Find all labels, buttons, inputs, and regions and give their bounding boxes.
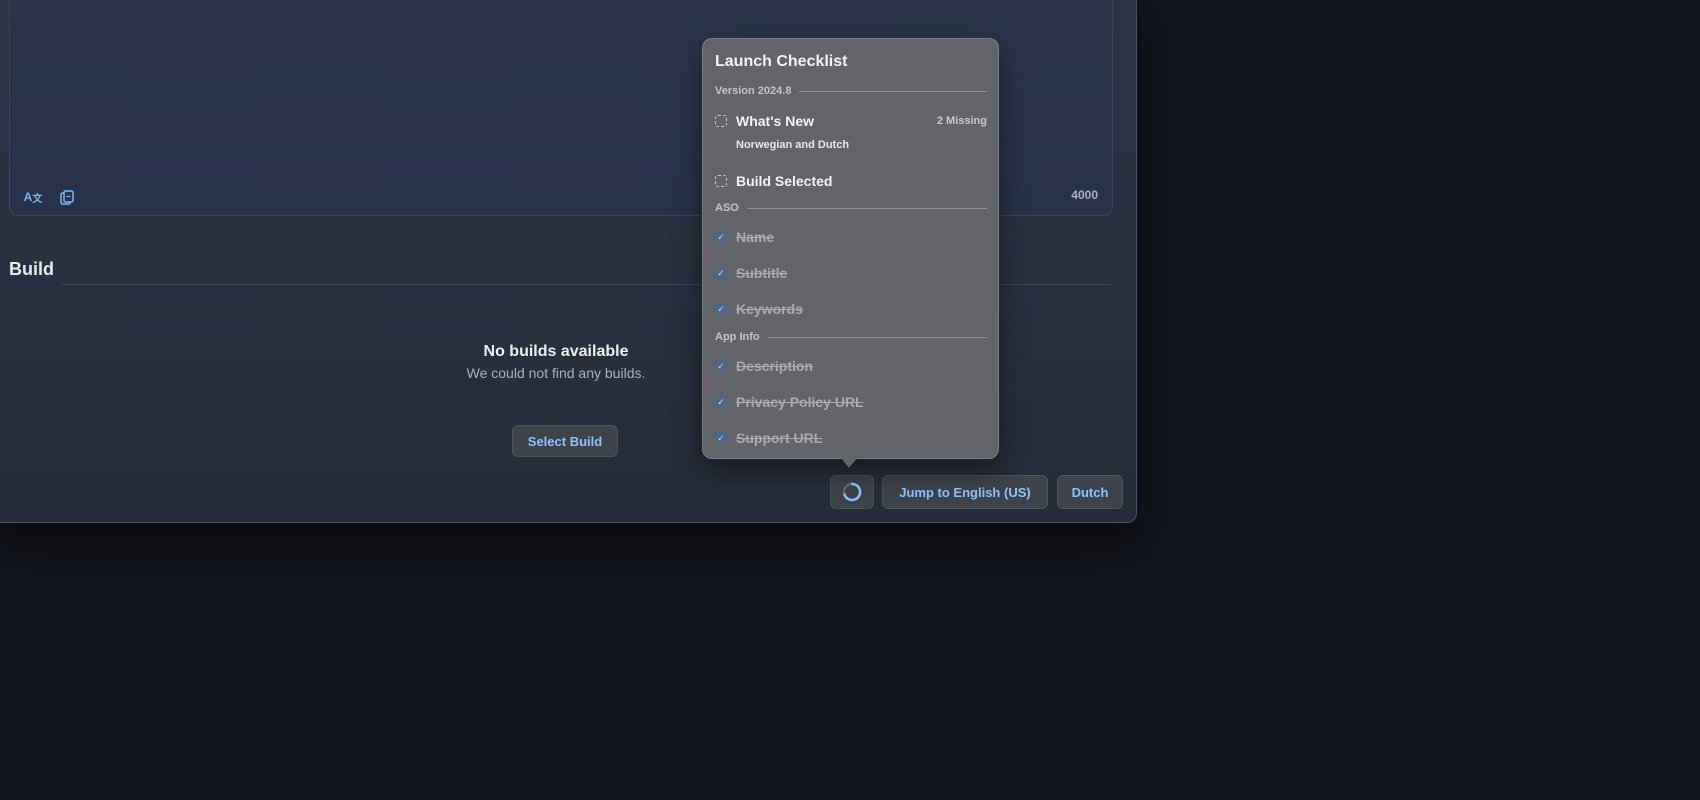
checklist-item-label: Support URL bbox=[736, 430, 823, 446]
missing-badge: 2 Missing bbox=[936, 115, 987, 127]
checklist-item-label: Build Selected bbox=[736, 173, 833, 189]
locale-dropdown-button[interactable]: Dutch bbox=[1057, 475, 1123, 509]
checklist-item-whats-new[interactable]: What's New 2 Missing bbox=[715, 111, 987, 131]
version-group-label: Version 2024.8 bbox=[715, 85, 987, 97]
aso-label: ASO bbox=[715, 202, 739, 214]
checked-icon: ✓ bbox=[715, 360, 727, 372]
character-count: 4000 bbox=[1071, 188, 1098, 202]
aso-group-label: ASO bbox=[715, 202, 987, 214]
checklist-item-description[interactable]: ✓ Description bbox=[715, 356, 987, 376]
checklist-item-build-selected[interactable]: Build Selected bbox=[715, 171, 987, 191]
popover-arrow bbox=[841, 458, 857, 468]
app-info-group-label: App Info bbox=[715, 331, 987, 343]
launch-checklist-popover: Launch Checklist Version 2024.8 What's N… bbox=[702, 38, 999, 459]
checklist-item-label: Name bbox=[736, 229, 775, 245]
unchecked-icon bbox=[715, 115, 727, 127]
translate-icon[interactable]: A文 bbox=[22, 188, 44, 206]
checklist-item-name[interactable]: ✓ Name bbox=[715, 227, 987, 247]
build-section-title: Build bbox=[9, 259, 54, 279]
checklist-item-label: What's New bbox=[736, 113, 815, 129]
checked-icon: ✓ bbox=[715, 267, 727, 279]
checklist-toggle-button[interactable] bbox=[830, 475, 874, 509]
checklist-item-label: Subtitle bbox=[736, 265, 788, 281]
checked-icon: ✓ bbox=[715, 231, 727, 243]
checklist-item-support-url[interactable]: ✓ Support URL bbox=[715, 428, 987, 448]
checked-icon: ✓ bbox=[715, 432, 727, 444]
checklist-item-label: Privacy Policy URL bbox=[736, 394, 864, 410]
checklist-item-privacy-policy-url[interactable]: ✓ Privacy Policy URL bbox=[715, 392, 987, 412]
version-label: Version 2024.8 bbox=[715, 85, 792, 97]
loading-spinner-icon bbox=[842, 482, 862, 502]
popover-title: Launch Checklist bbox=[715, 53, 848, 70]
checked-icon: ✓ bbox=[715, 396, 727, 408]
checklist-item-subtitle[interactable]: ✓ Subtitle bbox=[715, 263, 987, 283]
app-info-label: App Info bbox=[715, 331, 760, 343]
copy-icon[interactable] bbox=[56, 188, 78, 206]
select-build-button[interactable]: Select Build bbox=[512, 425, 618, 457]
checklist-item-label: Keywords bbox=[736, 301, 803, 317]
checklist-item-label: Description bbox=[736, 358, 814, 374]
unchecked-icon bbox=[715, 175, 727, 187]
jump-to-locale-button[interactable]: Jump to English (US) bbox=[882, 475, 1048, 509]
missing-locales-note: Norwegian and Dutch bbox=[736, 139, 850, 151]
checklist-item-keywords[interactable]: ✓ Keywords bbox=[715, 299, 987, 319]
checked-icon: ✓ bbox=[715, 303, 727, 315]
